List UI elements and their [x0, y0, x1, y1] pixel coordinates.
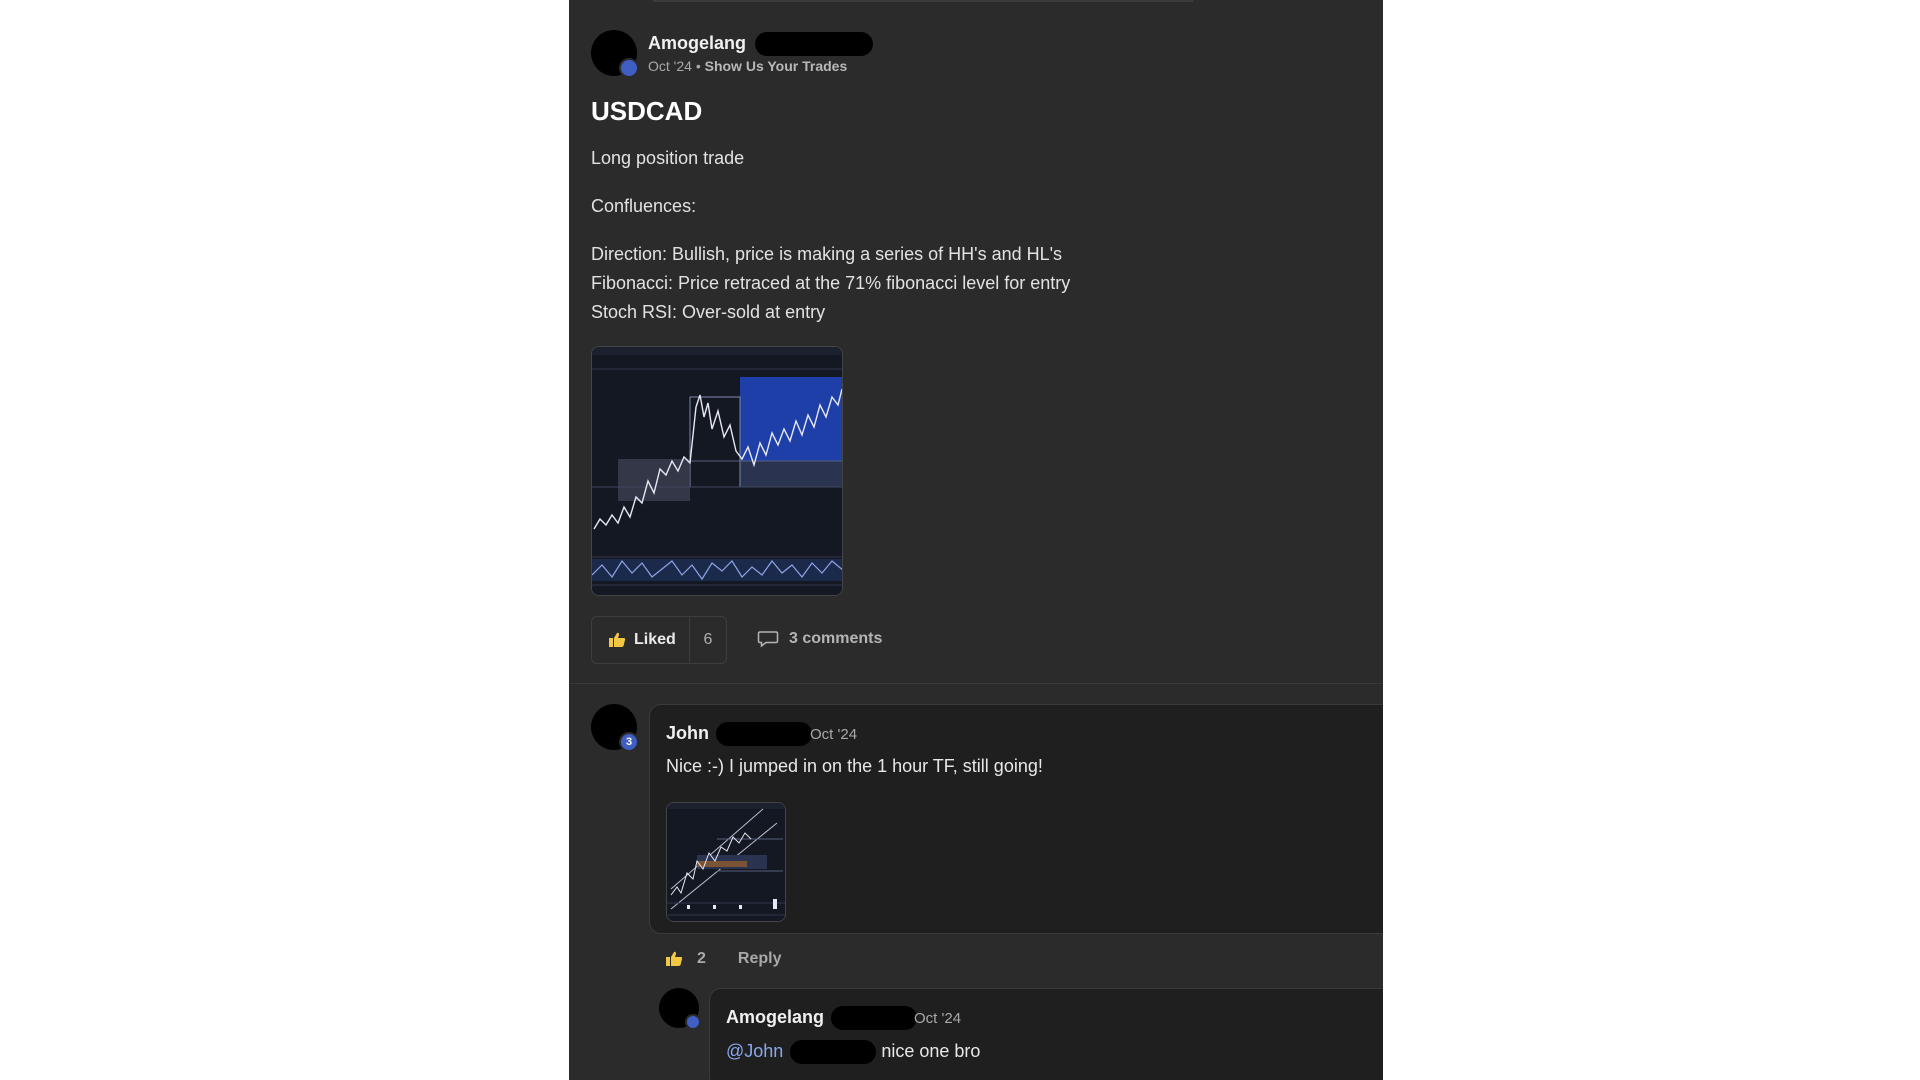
detail-direction: Direction: Bullish, price is making a se…: [591, 244, 1063, 264]
top-divider: [653, 0, 1193, 2]
comment-like-count[interactable]: 2: [697, 950, 706, 968]
redacted-surname: [716, 722, 813, 746]
comment-bubble-icon: [757, 631, 779, 648]
thumbs-up-icon: [609, 632, 626, 647]
post-title: USDCAD: [591, 96, 703, 126]
comment-actions: 2 Reply: [665, 950, 781, 968]
like-count[interactable]: 6: [690, 631, 726, 649]
detail-stoch-rsi: Stoch RSI: Over-sold at entry: [591, 302, 826, 322]
reply-date: Oct '24: [914, 1010, 962, 1027]
reply-author-name[interactable]: Amogelang: [726, 1006, 918, 1030]
post-meta: Oct '24 • Show Us Your Trades: [648, 58, 847, 74]
comment-chart-image[interactable]: [666, 802, 786, 922]
comment-author-name[interactable]: John: [666, 722, 813, 746]
post-author-avatar[interactable]: [591, 30, 639, 78]
meta-separator: •: [695, 58, 701, 74]
chart-screenshot: [592, 347, 842, 595]
post-date: Oct '24: [648, 58, 692, 74]
post-body-line: Confluences:: [591, 196, 697, 216]
post-body-line: Long position trade: [591, 148, 745, 168]
mention-link[interactable]: @John: [726, 1041, 783, 1061]
post-category-link[interactable]: Show Us Your Trades: [705, 58, 848, 74]
comment-card: John Oct '24 Nice :-) I jumped in on the…: [649, 704, 1383, 934]
liked-label: Liked: [634, 631, 676, 648]
post-author-name[interactable]: Amogelang: [648, 32, 874, 56]
comment-date: Oct '24: [810, 726, 858, 743]
comments-count-label: 3 comments: [789, 630, 883, 647]
level-badge: [619, 58, 639, 78]
reply-text: @John nice one bro: [726, 1040, 980, 1064]
reply-button[interactable]: Reply: [738, 950, 782, 968]
reply-author-avatar[interactable]: [659, 988, 701, 1030]
comment-author-avatar[interactable]: 3: [591, 704, 639, 752]
post-details: Direction: Bullish, price is making a se…: [591, 240, 1211, 327]
like-button[interactable]: Liked 6: [591, 616, 727, 664]
level-badge: [685, 1014, 701, 1030]
comment-text: Nice :-) I jumped in on the 1 hour TF, s…: [666, 756, 1043, 776]
post-body: Long position trade Confluences: Directi…: [591, 144, 1211, 327]
redacted-surname: [790, 1040, 877, 1064]
reply-author-name-text: Amogelang: [726, 1006, 825, 1027]
reply-text-body: nice one bro: [881, 1040, 981, 1061]
comments-link[interactable]: 3 comments: [757, 630, 882, 648]
post-panel: Amogelang Oct '24 • Show Us Your Trades …: [569, 0, 1383, 1080]
level-badge: 3: [619, 732, 639, 752]
redacted-surname: [755, 32, 874, 56]
thumbs-up-icon[interactable]: [665, 951, 683, 967]
reply-card: Amogelang Oct '24 @John nice one bro: [709, 988, 1383, 1080]
chart-screenshot: [667, 803, 785, 921]
detail-fibonacci: Fibonacci: Price retraced at the 71% fib…: [591, 273, 1071, 293]
post-chart-image[interactable]: [591, 346, 843, 596]
comment-author-name-text: John: [666, 722, 709, 743]
section-divider: [569, 683, 1383, 684]
post-author-name-text: Amogelang: [648, 32, 747, 53]
redacted-surname: [831, 1006, 918, 1030]
like-toggle[interactable]: Liked: [592, 617, 690, 663]
